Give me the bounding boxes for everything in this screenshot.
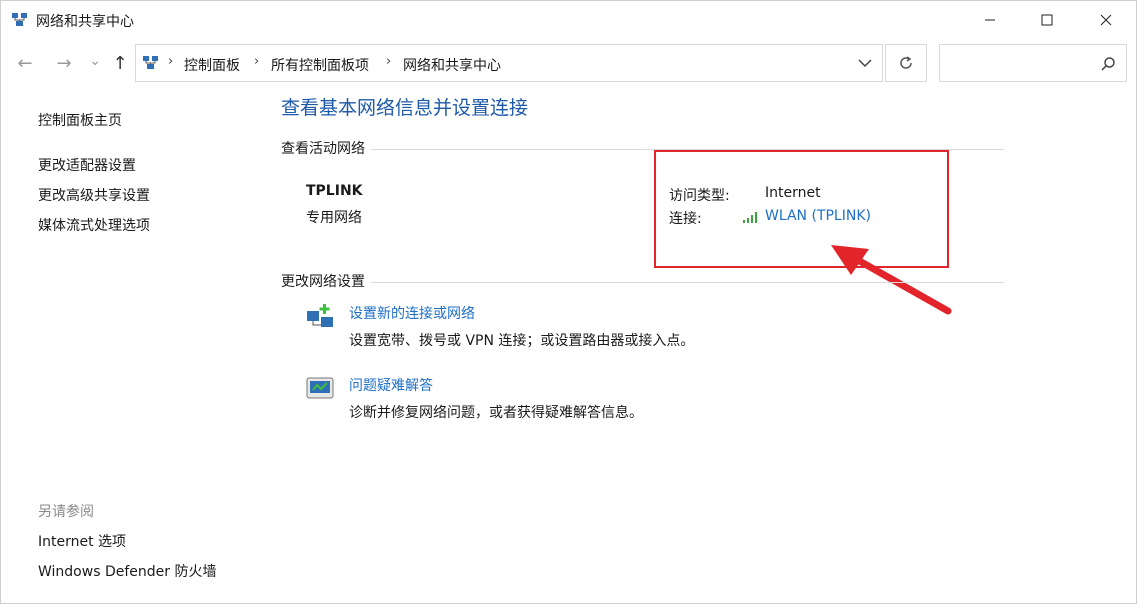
- setup-new-connection-desc: 设置宽带、拨号或 VPN 连接；或设置路由器或接入点。: [349, 333, 695, 349]
- up-arrow-icon: ↑: [112, 52, 128, 74]
- sidebar-item-adapter-settings[interactable]: 更改适配器设置: [38, 155, 136, 175]
- see-also-defender-firewall[interactable]: Windows Defender 防火墙: [38, 561, 216, 581]
- troubleshoot-desc: 诊断并修复网络问题，或者获得疑难解答信息。: [349, 405, 643, 421]
- chevron-down-icon: ⌄: [89, 53, 101, 69]
- address-dropdown-icon[interactable]: [858, 58, 872, 68]
- sidebar-item-media-streaming[interactable]: 媒体流式处理选项: [38, 215, 150, 235]
- network-sharing-center-window: 网络和共享中心 ← → ⌄ ↑ › 控制面板 › 所有控制面板项 › 网络和共享…: [0, 0, 1137, 604]
- troubleshoot-link[interactable]: 问题疑难解答: [349, 375, 433, 395]
- see-also-heading: 另请参阅: [38, 504, 94, 520]
- annotation-arrow-icon: [831, 245, 952, 315]
- back-arrow-icon: ←: [17, 52, 33, 74]
- breadcrumb-network-center[interactable]: 网络和共享中心: [403, 55, 501, 75]
- refresh-button[interactable]: [885, 44, 927, 82]
- breadcrumb-control-panel[interactable]: 控制面板: [184, 55, 240, 75]
- window-title: 网络和共享中心: [36, 14, 134, 30]
- recent-locations-button[interactable]: ⌄: [85, 51, 105, 71]
- page-title: 查看基本网络信息并设置连接: [281, 97, 529, 119]
- see-also-internet-options[interactable]: Internet 选项: [38, 531, 126, 551]
- network-type: 专用网络: [306, 210, 362, 226]
- breadcrumb-all-items[interactable]: 所有控制面板项: [271, 55, 369, 75]
- forward-arrow-icon: →: [56, 52, 72, 74]
- sidebar-item-advanced-sharing[interactable]: 更改高级共享设置: [38, 185, 150, 205]
- minimize-button[interactable]: [967, 1, 1013, 39]
- troubleshoot-icon: [306, 377, 334, 399]
- change-settings-heading: 更改网络设置: [281, 271, 371, 291]
- search-icon[interactable]: [1100, 56, 1116, 72]
- maximize-icon: [1041, 14, 1053, 26]
- forward-button[interactable]: →: [54, 52, 74, 74]
- search-box[interactable]: [939, 44, 1127, 82]
- maximize-button[interactable]: [1024, 1, 1070, 39]
- address-bar[interactable]: › 控制面板 › 所有控制面板项 › 网络和共享中心: [135, 44, 883, 82]
- breadcrumb-separator: ›: [254, 54, 260, 69]
- close-icon: [1100, 14, 1112, 26]
- up-button[interactable]: ↑: [110, 52, 130, 74]
- active-networks-heading: 查看活动网络: [281, 138, 371, 158]
- section-divider: [281, 282, 1004, 283]
- sidebar-control-panel-home[interactable]: 控制面板主页: [38, 110, 122, 130]
- network-app-icon: [12, 13, 27, 26]
- title-bar: 网络和共享中心: [1, 1, 1136, 39]
- network-name: TPLINK: [306, 183, 363, 199]
- breadcrumb-separator: ›: [168, 54, 174, 69]
- new-connection-icon: [307, 304, 333, 327]
- breadcrumb-separator: ›: [386, 54, 392, 69]
- setup-new-connection-link[interactable]: 设置新的连接或网络: [349, 303, 475, 323]
- control-panel-icon: [143, 56, 158, 69]
- back-button[interactable]: ←: [15, 52, 35, 74]
- close-button[interactable]: [1083, 1, 1129, 39]
- refresh-icon: [900, 56, 912, 69]
- minimize-icon: [985, 19, 995, 21]
